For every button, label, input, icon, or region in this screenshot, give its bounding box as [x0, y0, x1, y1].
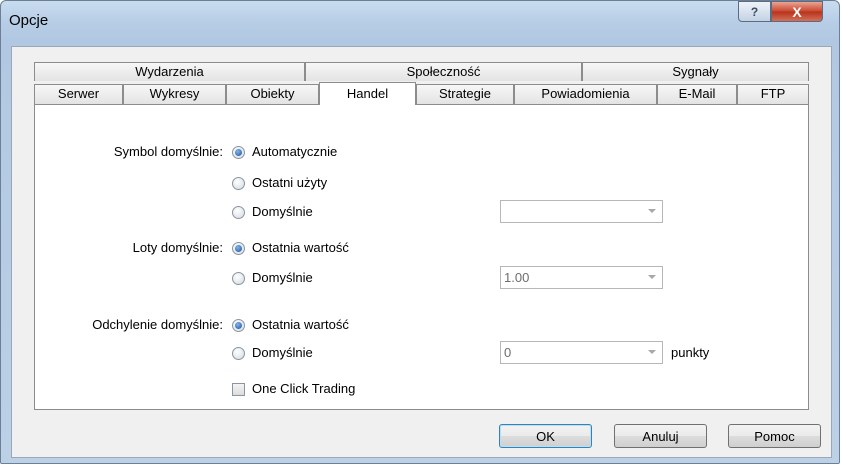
chevron-down-icon	[648, 209, 656, 213]
tab-wykresy[interactable]: Wykresy	[123, 84, 226, 104]
tab-handel[interactable]: Handel	[319, 82, 416, 105]
lots-last-value-label: Ostatnia wartość	[252, 240, 349, 255]
tab-strategie[interactable]: Strategie	[416, 84, 514, 104]
one-click-trading-label: One Click Trading	[252, 381, 356, 396]
deviation-combo-value: 0	[504, 345, 512, 360]
tab-spolecznosc[interactable]: Społeczność	[305, 62, 582, 81]
help-icon[interactable]: ?	[738, 1, 771, 22]
help-button[interactable]: Pomoc	[728, 424, 821, 448]
tab-serwer[interactable]: Serwer	[34, 84, 123, 104]
cancel-button[interactable]: Anuluj	[614, 424, 707, 448]
symbol-default-label: Symbol domyślnie:	[113, 144, 223, 159]
symbol-auto-radio[interactable]	[232, 146, 245, 159]
symbol-auto-label: Automatycznie	[252, 144, 338, 159]
deviation-default-label: Odchylenie domyślnie:	[92, 317, 223, 332]
symbol-default-combo[interactable]	[500, 200, 663, 223]
deviation-default-combo[interactable]: 0	[500, 341, 663, 364]
deviation-default-option-label: Domyślnie	[252, 345, 313, 360]
deviation-last-value-label: Ostatnia wartość	[252, 317, 349, 332]
chevron-down-icon	[648, 275, 656, 279]
symbol-default-option-label: Domyślnie	[252, 204, 313, 219]
deviation-last-value-radio[interactable]	[232, 319, 245, 332]
deviation-default-radio[interactable]	[232, 347, 245, 360]
lots-combo-value: 1.00	[504, 270, 530, 285]
lots-default-radio[interactable]	[232, 272, 245, 285]
lots-last-value-radio[interactable]	[232, 242, 245, 255]
symbol-last-used-label: Ostatni użyty	[252, 175, 328, 190]
tab-ftp[interactable]: FTP	[737, 84, 809, 104]
tab-email[interactable]: E-Mail	[657, 84, 737, 104]
symbol-default-radio[interactable]	[232, 206, 245, 219]
tab-powiadomienia[interactable]: Powiadomienia	[514, 84, 657, 104]
ok-button[interactable]: OK	[499, 424, 592, 448]
tab-wydarzenia[interactable]: Wydarzenia	[34, 62, 305, 81]
options-dialog: Opcje ? X Wydarzenia Społeczność Sygnały…	[0, 0, 840, 464]
one-click-trading-checkbox[interactable]	[232, 383, 245, 396]
lots-default-combo[interactable]: 1.00	[500, 266, 663, 289]
tab-panel-handel: Symbol domyślnie: Automatycznie Ostatni …	[34, 104, 809, 410]
dialog-title: Opcje	[9, 12, 49, 29]
lots-default-option-label: Domyślnie	[252, 270, 313, 285]
symbol-last-used-radio[interactable]	[232, 177, 245, 190]
tab-obiekty[interactable]: Obiekty	[226, 84, 319, 104]
deviation-unit-label: punkty	[671, 345, 710, 360]
close-icon[interactable]: X	[771, 1, 823, 22]
lots-default-label: Loty domyślnie:	[132, 240, 223, 255]
chevron-down-icon	[648, 350, 656, 354]
tab-sygnaly[interactable]: Sygnały	[582, 62, 809, 81]
dialog-client-area: Wydarzenia Społeczność Sygnały Serwer Wy…	[11, 46, 832, 458]
